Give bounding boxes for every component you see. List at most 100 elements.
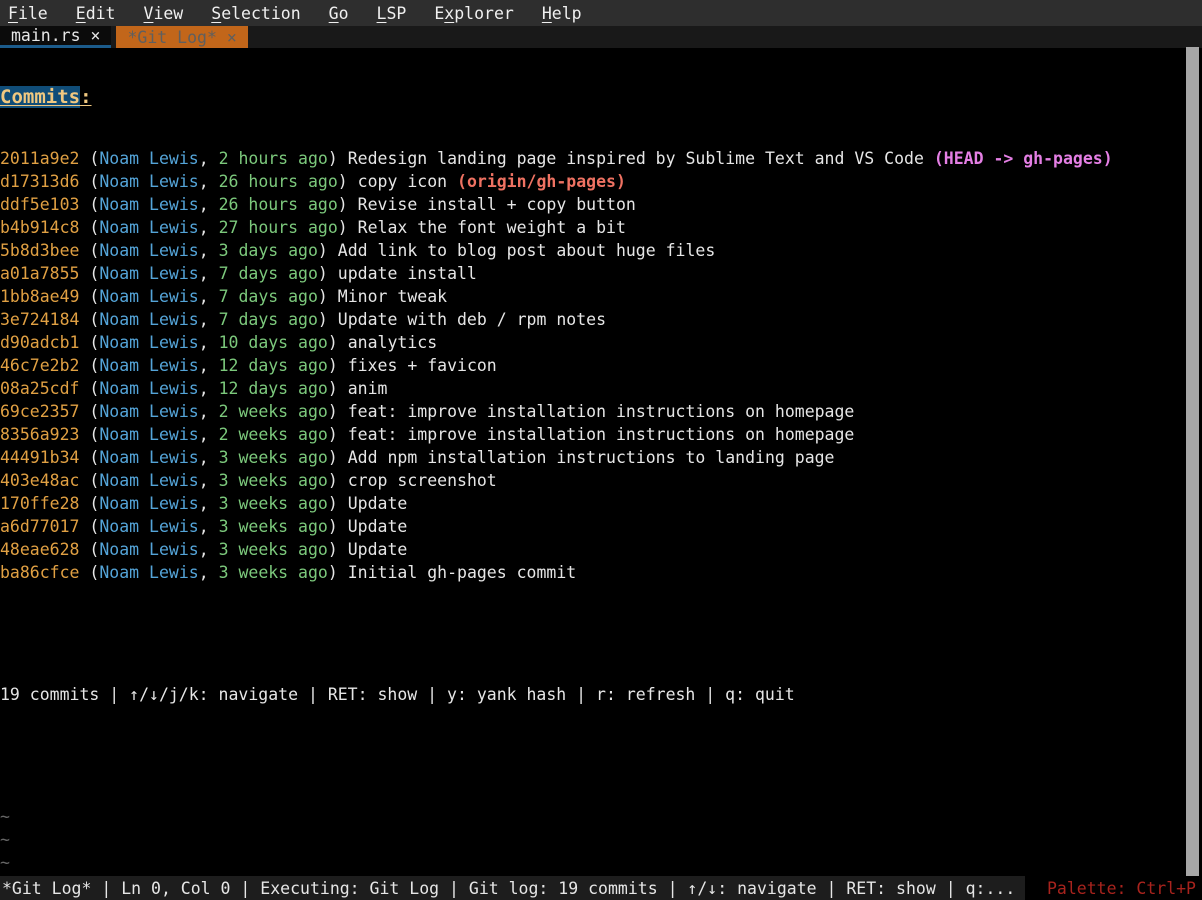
commit-message: feat: improve installation instructions … bbox=[348, 425, 855, 444]
mnemonic-letter: G bbox=[329, 4, 339, 23]
commit-line[interactable]: b4b914c8 (Noam Lewis, 27 hours ago) Rela… bbox=[0, 216, 1202, 239]
commit-message: update install bbox=[338, 264, 477, 283]
commit-message: feat: improve installation instructions … bbox=[348, 402, 855, 421]
commit-author: Noam Lewis bbox=[99, 218, 198, 237]
commit-message: Update bbox=[348, 517, 408, 536]
commit-line[interactable]: 46c7e2b2 (Noam Lewis, 12 days ago) fixes… bbox=[0, 354, 1202, 377]
close-icon[interactable]: × bbox=[227, 28, 237, 47]
menu-item-explorer[interactable]: Explorer bbox=[434, 4, 513, 23]
commit-hash: 2011a9e2 bbox=[0, 149, 79, 168]
commit-date: 3 weeks ago bbox=[219, 471, 328, 490]
commit-date: 3 weeks ago bbox=[219, 563, 328, 582]
commit-message: Initial gh-pages commit bbox=[348, 563, 576, 582]
commit-line[interactable]: 3e724184 (Noam Lewis, 7 days ago) Update… bbox=[0, 308, 1202, 331]
commit-message: Redesign landing page inspired by Sublim… bbox=[348, 149, 924, 168]
commit-line[interactable]: 69ce2357 (Noam Lewis, 2 weeks ago) feat:… bbox=[0, 400, 1202, 423]
commit-author: Noam Lewis bbox=[99, 448, 198, 467]
commit-message: Add npm installation instructions to lan… bbox=[348, 448, 835, 467]
scrollbar[interactable] bbox=[1186, 47, 1199, 877]
commit-line[interactable]: 8356a923 (Noam Lewis, 2 weeks ago) feat:… bbox=[0, 423, 1202, 446]
menu-item-edit[interactable]: Edit bbox=[76, 4, 116, 23]
commit-hash: d90adcb1 bbox=[0, 333, 79, 352]
commit-date: 10 days ago bbox=[219, 333, 328, 352]
close-icon[interactable]: × bbox=[91, 26, 101, 45]
commit-message: Revise install + copy button bbox=[358, 195, 636, 214]
commit-author: Noam Lewis bbox=[99, 563, 198, 582]
commit-line[interactable]: d17313d6 (Noam Lewis, 26 hours ago) copy… bbox=[0, 170, 1202, 193]
commit-hash: a6d77017 bbox=[0, 517, 79, 536]
mnemonic-letter: E bbox=[76, 4, 86, 23]
mnemonic-letter: H bbox=[542, 4, 552, 23]
commit-line[interactable]: 44491b34 (Noam Lewis, 3 weeks ago) Add n… bbox=[0, 446, 1202, 469]
commit-author: Noam Lewis bbox=[99, 310, 198, 329]
blank-line bbox=[0, 744, 1202, 767]
commit-message: Update with deb / rpm notes bbox=[338, 310, 606, 329]
menu-bar: File Edit View Selection Go LSP Explorer Help bbox=[0, 0, 1202, 26]
menu-item-selection[interactable]: Selection bbox=[211, 4, 300, 23]
commit-date: 7 days ago bbox=[219, 264, 318, 283]
ref-decoration: (HEAD -> gh-pages) bbox=[934, 149, 1113, 168]
commit-message: Update bbox=[348, 494, 408, 513]
commit-message: Minor tweak bbox=[338, 287, 447, 306]
commit-author: Noam Lewis bbox=[99, 287, 198, 306]
commit-message: copy icon bbox=[358, 172, 447, 191]
mnemonic-letter: V bbox=[144, 4, 154, 23]
empty-line-markers: ~~~~~~~~~~~~~ bbox=[0, 805, 1202, 876]
blank-line bbox=[0, 622, 1202, 645]
commit-line[interactable]: d90adcb1 (Noam Lewis, 10 days ago) analy… bbox=[0, 331, 1202, 354]
commit-hash: 69ce2357 bbox=[0, 402, 79, 421]
commit-hash: 08a25cdf bbox=[0, 379, 79, 398]
commit-hash: d17313d6 bbox=[0, 172, 79, 191]
commit-date: 3 weeks ago bbox=[219, 494, 328, 513]
status-info: *Git Log* | Ln 0, Col 0 | Executing: Git… bbox=[0, 876, 1025, 900]
commit-date: 3 weeks ago bbox=[219, 448, 328, 467]
commit-hash: a01a7855 bbox=[0, 264, 79, 283]
status-bar: *Git Log* | Ln 0, Col 0 | Executing: Git… bbox=[0, 876, 1202, 900]
menu-item-lsp[interactable]: LSP bbox=[377, 4, 407, 23]
commit-line[interactable]: ba86cfce (Noam Lewis, 3 weeks ago) Initi… bbox=[0, 561, 1202, 584]
commit-author: Noam Lewis bbox=[99, 494, 198, 513]
commit-date: 3 weeks ago bbox=[219, 517, 328, 536]
tab-git-log[interactable]: *Git Log* × bbox=[116, 26, 247, 48]
commit-line[interactable]: 48eae628 (Noam Lewis, 3 weeks ago) Updat… bbox=[0, 538, 1202, 561]
commit-line[interactable]: a6d77017 (Noam Lewis, 3 weeks ago) Updat… bbox=[0, 515, 1202, 538]
commit-message: anim bbox=[348, 379, 388, 398]
menu-item-help[interactable]: Help bbox=[542, 4, 582, 23]
commit-hash: 1bb8ae49 bbox=[0, 287, 79, 306]
mnemonic-letter: x bbox=[444, 4, 454, 23]
menu-item-file[interactable]: File bbox=[8, 4, 48, 23]
commit-list: 2011a9e2 (Noam Lewis, 2 hours ago) Redes… bbox=[0, 147, 1202, 584]
commit-line[interactable]: 2011a9e2 (Noam Lewis, 2 hours ago) Redes… bbox=[0, 147, 1202, 170]
commit-date: 2 hours ago bbox=[219, 149, 328, 168]
commit-author: Noam Lewis bbox=[99, 195, 198, 214]
tab-label: *Git Log* bbox=[127, 28, 216, 47]
tab-main-rs[interactable]: main.rs× bbox=[0, 26, 111, 48]
empty-line-marker: ~ bbox=[0, 805, 1202, 828]
menu-item-view[interactable]: View bbox=[144, 4, 184, 23]
empty-line-marker: ~ bbox=[0, 828, 1202, 851]
commit-author: Noam Lewis bbox=[99, 241, 198, 260]
commit-hash: 170ffe28 bbox=[0, 494, 79, 513]
menu-item-go[interactable]: Go bbox=[329, 4, 349, 23]
commit-line[interactable]: ddf5e103 (Noam Lewis, 26 hours ago) Revi… bbox=[0, 193, 1202, 216]
commit-hash: 44491b34 bbox=[0, 448, 79, 467]
commit-author: Noam Lewis bbox=[99, 356, 198, 375]
commit-line[interactable]: 5b8d3bee (Noam Lewis, 3 days ago) Add li… bbox=[0, 239, 1202, 262]
empty-line-marker: ~ bbox=[0, 851, 1202, 874]
ref-decoration: (origin/gh-pages) bbox=[457, 172, 626, 191]
commit-line[interactable]: a01a7855 (Noam Lewis, 7 days ago) update… bbox=[0, 262, 1202, 285]
commit-date: 12 days ago bbox=[219, 356, 328, 375]
commit-author: Noam Lewis bbox=[99, 149, 198, 168]
commit-author: Noam Lewis bbox=[99, 425, 198, 444]
commit-message: Add link to blog post about huge files bbox=[338, 241, 716, 260]
commit-message: fixes + favicon bbox=[348, 356, 497, 375]
commit-author: Noam Lewis bbox=[99, 402, 198, 421]
commit-line[interactable]: 170ffe28 (Noam Lewis, 3 weeks ago) Updat… bbox=[0, 492, 1202, 515]
commit-hash: b4b914c8 bbox=[0, 218, 79, 237]
commit-line[interactable]: 1bb8ae49 (Noam Lewis, 7 days ago) Minor … bbox=[0, 285, 1202, 308]
commit-hash: 8356a923 bbox=[0, 425, 79, 444]
commit-date: 7 days ago bbox=[219, 287, 318, 306]
commit-hash: 403e48ac bbox=[0, 471, 79, 490]
commit-line[interactable]: 08a25cdf (Noam Lewis, 12 days ago) anim bbox=[0, 377, 1202, 400]
commit-line[interactable]: 403e48ac (Noam Lewis, 3 weeks ago) crop … bbox=[0, 469, 1202, 492]
